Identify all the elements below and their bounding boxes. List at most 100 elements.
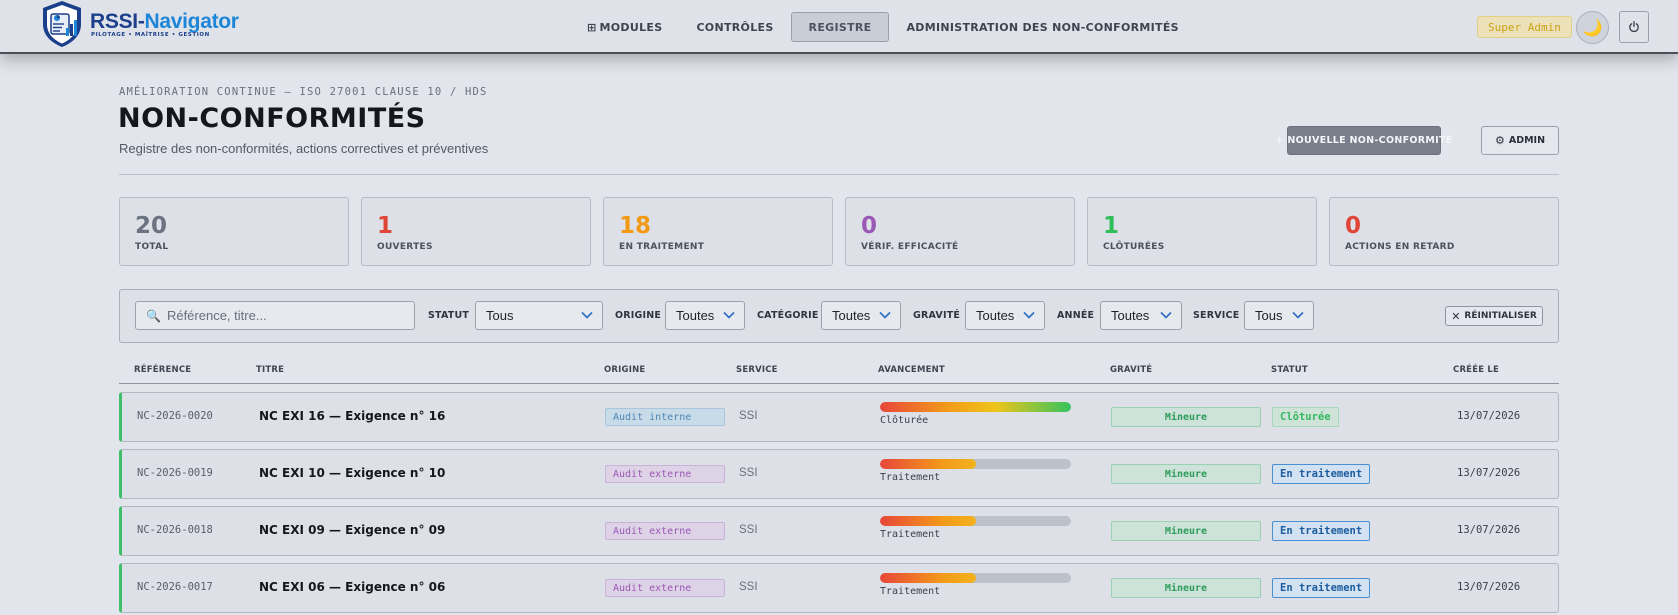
chevron-down-icon: [1160, 311, 1172, 319]
select-value: Toutes: [1111, 308, 1150, 323]
service-select[interactable]: Tous: [1244, 301, 1314, 330]
progress-indicator: Traitement: [880, 516, 1071, 540]
stat-card-actions-en-retard[interactable]: 0 Actions en retard: [1329, 197, 1559, 266]
categorie-select[interactable]: Toutes: [821, 301, 901, 330]
table-row[interactable]: NC-2026-0017 NC EXI 06 — Exigence n° 06 …: [119, 563, 1559, 613]
filter-label-origine: Origine: [615, 310, 662, 321]
progress-bar-fill: [880, 573, 976, 583]
chevron-down-icon: [581, 311, 593, 319]
statut-select[interactable]: Tous: [475, 301, 603, 330]
filter-label-annee: Année: [1057, 310, 1095, 321]
nav-item-registre[interactable]: Registre: [790, 12, 890, 42]
origine-select[interactable]: Toutes: [665, 301, 745, 330]
stat-value: 18: [619, 213, 652, 239]
select-value: Tous: [1255, 308, 1283, 323]
stat-label: En traitement: [619, 242, 705, 252]
origin-badge: Audit externe: [605, 465, 725, 483]
stat-value: 0: [861, 213, 878, 239]
filter-label-service: Service: [1193, 310, 1240, 321]
progress-bar-fill: [880, 516, 976, 526]
stat-value: 20: [135, 213, 168, 239]
row-reference: NC-2026-0019: [137, 467, 213, 479]
select-value: Tous: [486, 308, 514, 323]
theme-toggle-button[interactable]: 🌙: [1576, 11, 1609, 44]
admin-button[interactable]: ⚙ Admin: [1481, 126, 1559, 155]
header-divider: [119, 174, 1559, 175]
row-created-date: 13/07/2026: [1457, 467, 1521, 479]
origin-badge: Audit externe: [605, 522, 725, 540]
new-nonconformity-button[interactable]: + Nouvelle non-conformité: [1276, 126, 1452, 155]
status-badge: En traitement: [1272, 578, 1371, 598]
progress-label: Traitement: [880, 472, 941, 483]
power-icon: [1629, 21, 1639, 33]
nav-item-controles[interactable]: Contrôles: [679, 12, 790, 42]
stat-label: Actions en retard: [1345, 242, 1455, 252]
stat-label: Vérif. efficacité: [861, 242, 959, 252]
gravity-badge: Mineure: [1111, 464, 1261, 484]
page-title: NON-CONFORMITÉS: [118, 103, 426, 134]
chevron-down-icon: [879, 311, 891, 319]
table-row[interactable]: NC-2026-0018 NC EXI 09 — Exigence n° 09 …: [119, 506, 1559, 556]
row-title[interactable]: NC EXI 10 — Exigence n° 10: [259, 466, 445, 480]
filter-label-gravite: Gravité: [913, 310, 961, 321]
stat-card-ouvertes[interactable]: 1 Ouvertes: [361, 197, 591, 266]
nav-item-modules[interactable]: ⊞ Modules: [570, 12, 679, 42]
role-badge: Super Admin: [1477, 16, 1572, 38]
row-service: SSI: [739, 524, 758, 536]
search-input[interactable]: [166, 308, 407, 323]
column-header-avancement[interactable]: Avancement: [878, 365, 945, 375]
progress-indicator: Traitement: [880, 459, 1071, 483]
column-header-origine[interactable]: Origine: [604, 365, 645, 375]
stat-value: 0: [1345, 213, 1362, 239]
stat-card-verif-efficacite[interactable]: 0 Vérif. efficacité: [845, 197, 1075, 266]
filter-label-statut: Statut: [428, 310, 470, 321]
stats-cards: 20 Total 1 Ouvertes 18 En traitement 0 V…: [119, 197, 1559, 266]
brand-tagline: PILOTAGE • MAÎTRISE • GESTION: [91, 32, 210, 38]
progress-label: Traitement: [880, 529, 941, 540]
main-nav: ⊞ Modules Contrôles Registre Administrat…: [570, 12, 1196, 42]
progress-indicator: Clôturée: [880, 402, 1071, 426]
row-title[interactable]: NC EXI 09 — Exigence n° 09: [259, 523, 445, 537]
brand-name: RSSI-Navigator: [90, 10, 239, 33]
status-badge: En traitement: [1272, 521, 1371, 541]
progress-bar: [880, 573, 1071, 583]
table-row[interactable]: NC-2026-0019 NC EXI 10 — Exigence n° 10 …: [119, 449, 1559, 499]
table-header: Référence Titre Origine Service Avanceme…: [119, 358, 1559, 384]
progress-bar-fill: [880, 459, 976, 469]
nav-item-administration[interactable]: Administration des non-conformités: [889, 12, 1195, 42]
progress-indicator: Traitement: [880, 573, 1071, 597]
row-created-date: 13/07/2026: [1457, 524, 1521, 536]
column-header-service[interactable]: Service: [736, 365, 778, 375]
annee-select[interactable]: Toutes: [1100, 301, 1182, 330]
moon-icon: 🌙: [1582, 19, 1603, 37]
progress-label: Clôturée: [880, 415, 929, 426]
table-row[interactable]: NC-2026-0020 NC EXI 16 — Exigence n° 16 …: [119, 392, 1559, 442]
column-header-titre[interactable]: Titre: [256, 365, 284, 375]
gravity-badge: Mineure: [1111, 521, 1261, 541]
row-service: SSI: [739, 581, 758, 593]
column-header-reference[interactable]: Référence: [134, 365, 191, 375]
stat-card-cloturees[interactable]: 1 Clôturées: [1087, 197, 1317, 266]
column-header-gravite[interactable]: Gravité: [1110, 365, 1152, 375]
select-value: Toutes: [676, 308, 715, 323]
search-box[interactable]: 🔍: [135, 301, 415, 330]
row-title[interactable]: NC EXI 06 — Exigence n° 06: [259, 580, 445, 594]
stat-card-total[interactable]: 20 Total: [119, 197, 349, 266]
gravity-badge: Mineure: [1111, 407, 1261, 427]
admin-button-label: Admin: [1508, 135, 1546, 146]
close-icon: ✕: [1451, 309, 1461, 323]
grid-icon: ⊞: [587, 20, 597, 34]
stat-value: 1: [377, 213, 394, 239]
column-header-creee-le[interactable]: Créée le: [1453, 365, 1499, 375]
row-service: SSI: [739, 410, 758, 422]
reset-filters-button[interactable]: ✕ Réinitialiser: [1445, 306, 1543, 326]
logout-button[interactable]: [1619, 11, 1649, 43]
gravite-select[interactable]: Toutes: [965, 301, 1045, 330]
select-value: Toutes: [976, 308, 1015, 323]
stat-card-en-traitement[interactable]: 18 En traitement: [603, 197, 833, 266]
column-header-statut[interactable]: Statut: [1271, 365, 1308, 375]
chevron-down-icon: [723, 311, 735, 319]
status-badge: En traitement: [1272, 464, 1371, 484]
row-title[interactable]: NC EXI 16 — Exigence n° 16: [259, 409, 445, 423]
nav-item-label: Administration des non-conformités: [906, 20, 1179, 34]
